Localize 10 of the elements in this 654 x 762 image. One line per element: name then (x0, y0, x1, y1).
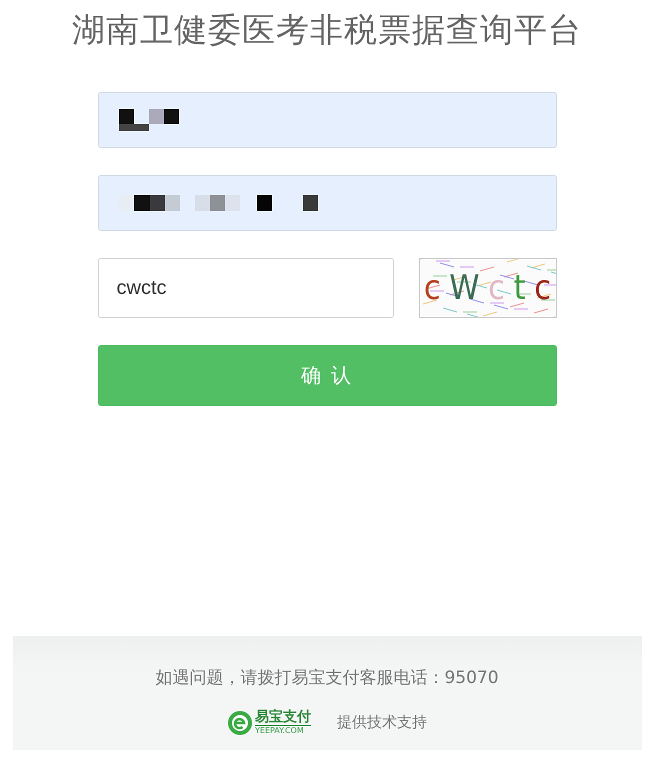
logo-name: 易宝支付 (255, 709, 311, 726)
captcha-image[interactable]: c W c t c (418, 258, 556, 318)
captcha-input[interactable]: cwctc (98, 258, 394, 318)
support-text: 提供技术支持 (337, 713, 427, 732)
input-field[interactable] (98, 175, 556, 231)
page-title: 湖南卫健委医考非税票据查询平台 (72, 9, 582, 51)
logo-domain: YEEPAY.COM (255, 726, 305, 736)
help-text: 如遇问题，请拨打易宝支付客服电话：95070 (155, 667, 499, 689)
input-field[interactable] (98, 92, 556, 148)
logo-icon (227, 710, 253, 736)
